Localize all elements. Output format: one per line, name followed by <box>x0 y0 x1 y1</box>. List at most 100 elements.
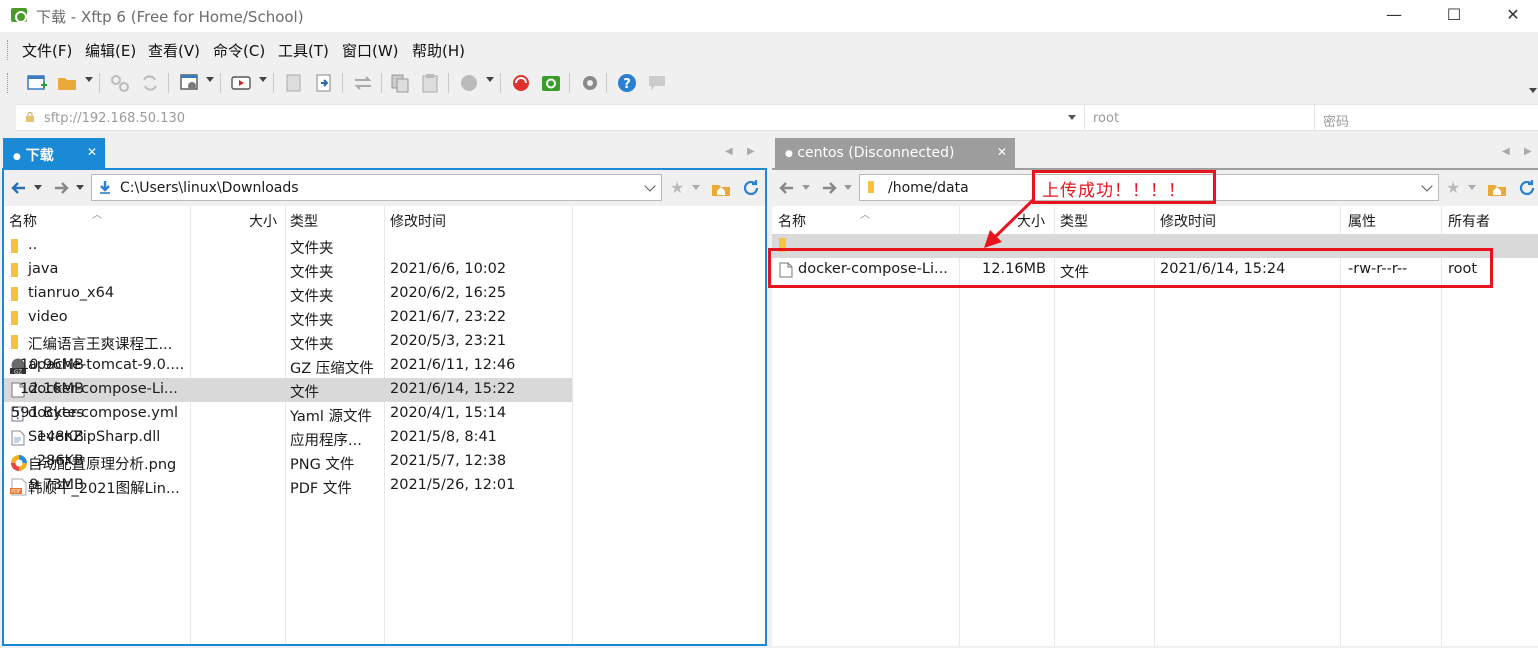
tab-prev-icon[interactable]: ◀ <box>725 146 733 157</box>
file-size: 9.73MB <box>29 477 84 493</box>
col-attributes[interactable]: 属性 <box>1348 211 1376 231</box>
reconnect-icon[interactable] <box>139 72 161 94</box>
close-button[interactable]: ✕ <box>1488 0 1538 32</box>
tab-prev-icon[interactable]: ◀ <box>1502 146 1510 157</box>
file-row[interactable]: tianruo_x64 文件夹 2020/6/2, 16:25 <box>4 282 572 306</box>
copy-icon[interactable] <box>389 72 411 94</box>
tab-close-icon[interactable]: ✕ <box>87 145 97 159</box>
password-input[interactable]: 密码 <box>1314 105 1538 130</box>
xftp-icon[interactable] <box>540 72 562 94</box>
col-size[interactable]: 大小 <box>1017 211 1045 231</box>
toolbar-overflow-icon[interactable] <box>1529 88 1537 93</box>
terminal-icon[interactable] <box>230 72 252 94</box>
file-row[interactable]: java 文件夹 2021/6/6, 10:02 <box>4 258 572 282</box>
favorite-star-icon[interactable]: ★ <box>670 178 684 197</box>
menu-bar: 文件(F) 编辑(E) 查看(V) 命令(C) 工具(T) 窗口(W) 帮助(H… <box>0 34 1538 64</box>
encoding-dropdown-icon[interactable] <box>486 77 494 82</box>
path-dropdown-icon[interactable] <box>644 180 656 192</box>
col-type[interactable]: 类型 <box>290 211 318 231</box>
col-owner[interactable]: 所有者 <box>1448 211 1490 231</box>
file-row[interactable]: SevenZipSharp.dll 148KB 应用程序... 2021/5/8, 8… <box>4 426 572 450</box>
maximize-button[interactable]: ☐ <box>1429 0 1479 32</box>
file-row[interactable]: 自动配置原理分析.png 286KB PNG 文件 2021/5/7, 12:38 <box>4 450 572 474</box>
sync-icon[interactable] <box>352 72 374 94</box>
back-dropdown-icon[interactable] <box>802 185 810 190</box>
download-icon[interactable] <box>283 72 305 94</box>
col-modified[interactable]: 修改时间 <box>390 211 446 231</box>
file-modified: 2021/6/11, 12:46 <box>390 357 516 373</box>
new-session-icon[interactable] <box>26 72 48 94</box>
username-input[interactable]: root <box>1084 105 1314 130</box>
col-modified[interactable]: 修改时间 <box>1160 211 1216 231</box>
options-gear-icon[interactable] <box>579 72 601 94</box>
file-size: 148KB <box>36 429 84 445</box>
xshell-icon[interactable] <box>510 72 532 94</box>
file-row[interactable]: docker-compose.yml 591 Bytes Yaml 源文件 2020/… <box>4 402 572 426</box>
tab-next-icon[interactable]: ▶ <box>747 146 755 157</box>
terminal-dropdown-icon[interactable] <box>259 77 267 82</box>
paste-icon[interactable] <box>419 72 441 94</box>
host-dropdown-icon[interactable] <box>1068 115 1076 120</box>
refresh-icon[interactable] <box>741 178 761 198</box>
svg-text:PDF: PDF <box>11 489 21 495</box>
forward-arrow-icon[interactable] <box>820 179 838 197</box>
menu-help[interactable]: 帮助(H) <box>412 40 465 61</box>
home-folder-icon[interactable] <box>711 179 731 197</box>
path-dropdown-icon[interactable] <box>1421 180 1433 192</box>
favorite-star-icon[interactable]: ★ <box>1446 178 1460 197</box>
dll-file-icon <box>10 430 26 446</box>
remote-path-text: /home/data <box>888 180 969 196</box>
forward-dropdown-icon[interactable] <box>76 185 84 190</box>
open-folder-icon[interactable] <box>56 72 78 94</box>
back-arrow-icon[interactable] <box>10 179 28 197</box>
menu-file[interactable]: 文件(F) <box>22 40 72 61</box>
file-type: GZ 压缩文件 <box>290 361 374 377</box>
tab-remote-centos[interactable]: ● centos (Disconnected) ✕ <box>775 138 1015 168</box>
properties-dropdown-icon[interactable] <box>206 77 214 82</box>
tab-label: centos (Disconnected) <box>797 145 955 161</box>
home-folder-icon[interactable] <box>1487 179 1507 197</box>
local-path-field[interactable]: C:\Users\linux\Downloads <box>91 174 662 201</box>
col-name[interactable]: 名称 <box>778 211 806 231</box>
menu-command[interactable]: 命令(C) <box>213 40 265 61</box>
col-name[interactable]: 名称 <box>9 211 37 231</box>
feedback-icon[interactable] <box>646 72 668 94</box>
file-row[interactable]: video 文件夹 2021/6/7, 23:22 <box>4 306 572 330</box>
file-row[interactable]: .. 文件夹 <box>4 234 572 258</box>
tab-next-icon[interactable]: ▶ <box>1524 146 1532 157</box>
title-bar: 下载 - Xftp 6 (Free for Home/School) — ☐ ✕ <box>0 0 1538 32</box>
menu-grip <box>7 40 10 60</box>
minimize-button[interactable]: — <box>1369 0 1419 32</box>
host-url-input[interactable]: sftp://192.168.50.130 <box>44 111 185 126</box>
menu-view[interactable]: 查看(V) <box>148 40 200 61</box>
menu-tools[interactable]: 工具(T) <box>278 40 329 61</box>
encoding-icon[interactable] <box>458 72 480 94</box>
disconnect-icon[interactable] <box>109 72 131 94</box>
forward-dropdown-icon[interactable] <box>844 185 852 190</box>
open-dropdown-icon[interactable] <box>85 77 93 82</box>
forward-arrow-icon[interactable] <box>52 179 70 197</box>
col-type[interactable]: 类型 <box>1060 211 1088 231</box>
tab-local-downloads[interactable]: ● 下载 ✕ <box>3 138 105 168</box>
tab-close-icon[interactable]: ✕ <box>997 145 1007 159</box>
file-row[interactable]: docker-compose-Li... 12.16MB 文件 2021/6/14, … <box>4 378 572 402</box>
upload-icon[interactable] <box>313 72 335 94</box>
back-arrow-icon[interactable] <box>778 179 796 197</box>
favorite-dropdown-icon[interactable] <box>692 185 700 190</box>
address-bar: sftp://192.168.50.130 root 密码 <box>16 104 1538 131</box>
help-icon[interactable]: ? <box>616 72 638 94</box>
menu-edit[interactable]: 编辑(E) <box>85 40 136 61</box>
back-dropdown-icon[interactable] <box>34 185 42 190</box>
col-size[interactable]: 大小 <box>249 211 277 231</box>
properties-icon[interactable] <box>178 72 200 94</box>
favorite-dropdown-icon[interactable] <box>1468 185 1476 190</box>
menu-window[interactable]: 窗口(W) <box>342 40 399 61</box>
file-row[interactable]: GZ apache-tomcat-9.0.... 10.96MB GZ 压缩文件 202… <box>4 354 572 378</box>
file-row[interactable]: 汇编语言王爽课程工... 文件夹 2020/5/3, 23:21 <box>4 330 572 354</box>
right-tab-strip: ● centos (Disconnected) ✕ ◀ ▶ <box>775 138 1538 168</box>
file-row[interactable]: PDF 韩顺平_2021图解Lin... 9.73MB PDF 文件 2021/5/26… <box>4 474 572 498</box>
remote-file-pane: /home/data ★ 名称 ︿ 大小 类型 修改时间 属性 所有者 dock… <box>772 168 1538 646</box>
remote-column-header: 名称 ︿ 大小 类型 修改时间 属性 所有者 <box>772 206 1538 234</box>
refresh-icon[interactable] <box>1517 178 1537 198</box>
file-name: java <box>28 261 59 277</box>
